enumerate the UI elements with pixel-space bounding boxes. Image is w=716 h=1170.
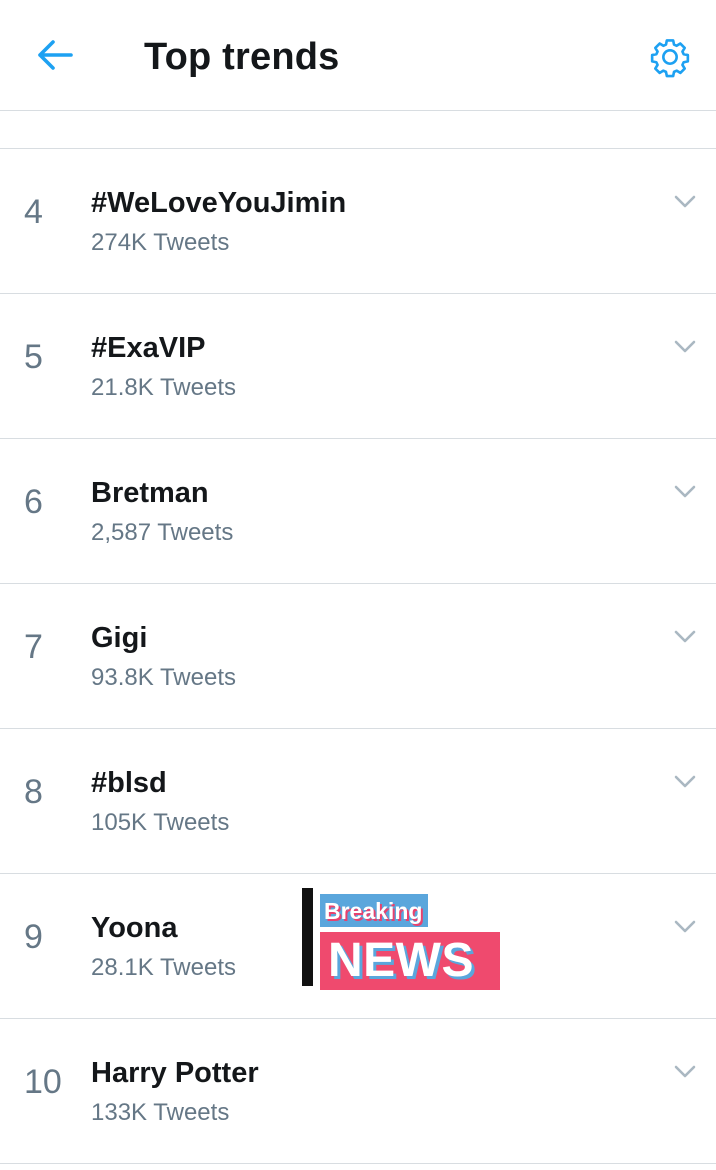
trend-rank: 8 bbox=[24, 773, 43, 811]
settings-button[interactable] bbox=[646, 33, 694, 81]
trend-name[interactable]: Yoona bbox=[91, 912, 177, 945]
trend-name[interactable]: #blsd bbox=[91, 767, 167, 800]
chevron-down-icon[interactable] bbox=[670, 624, 700, 650]
trend-name[interactable]: Gigi bbox=[91, 622, 147, 655]
trend-row[interactable]: 7 Gigi 93.8K Tweets bbox=[0, 584, 716, 729]
trend-row[interactable]: 6 Bretman 2,587 Tweets bbox=[0, 439, 716, 584]
chevron-down-icon[interactable] bbox=[670, 769, 700, 795]
overlay-breaking-label: Breaking bbox=[320, 894, 429, 927]
chevron-down-icon[interactable] bbox=[670, 914, 700, 940]
trend-rank: 9 bbox=[24, 918, 43, 956]
arrow-left-icon bbox=[38, 40, 73, 70]
trend-tweet-count: 105K Tweets bbox=[91, 809, 230, 836]
trend-rank: 6 bbox=[24, 483, 43, 521]
page-title: Top trends bbox=[144, 36, 340, 78]
trend-tweet-count: 2,587 Tweets bbox=[91, 519, 234, 546]
trend-row[interactable]: 8 #blsd 105K Tweets bbox=[0, 729, 716, 874]
chevron-down-icon[interactable] bbox=[670, 479, 700, 505]
breaking-news-overlay: Breaking NEWS bbox=[302, 888, 502, 992]
trend-rank: 4 bbox=[24, 193, 43, 231]
trend-rank: 5 bbox=[24, 338, 43, 376]
top-bar: Top trends bbox=[0, 0, 716, 111]
trend-rank: 7 bbox=[24, 628, 43, 666]
trend-name[interactable]: Bretman bbox=[91, 477, 209, 510]
trend-row[interactable]: 4 #WeLoveYouJimin 274K Tweets bbox=[0, 149, 716, 294]
overlay-news-label: NEWS bbox=[320, 932, 500, 990]
trend-name[interactable]: #WeLoveYouJimin bbox=[91, 187, 346, 220]
list-spacer bbox=[0, 111, 716, 149]
trend-tweet-count: 133K Tweets bbox=[91, 1099, 230, 1126]
trend-row[interactable]: 5 #ExaVIP 21.8K Tweets bbox=[0, 294, 716, 439]
trend-name[interactable]: #ExaVIP bbox=[91, 332, 205, 365]
trend-tweet-count: 274K Tweets bbox=[91, 229, 230, 256]
trends-list: 4 #WeLoveYouJimin 274K Tweets 5 #ExaVIP … bbox=[0, 149, 716, 1164]
chevron-down-icon[interactable] bbox=[670, 189, 700, 215]
trend-name[interactable]: Harry Potter bbox=[91, 1057, 259, 1090]
trend-tweet-count: 28.1K Tweets bbox=[91, 954, 236, 981]
trend-rank: 10 bbox=[24, 1063, 62, 1101]
chevron-down-icon[interactable] bbox=[670, 334, 700, 360]
gear-icon bbox=[650, 39, 690, 78]
trend-tweet-count: 21.8K Tweets bbox=[91, 374, 236, 401]
trend-tweet-count: 93.8K Tweets bbox=[91, 664, 236, 691]
chevron-down-icon[interactable] bbox=[670, 1059, 700, 1085]
overlay-bar bbox=[302, 888, 313, 986]
back-button[interactable] bbox=[30, 30, 80, 80]
trend-row[interactable]: 10 Harry Potter 133K Tweets bbox=[0, 1019, 716, 1164]
